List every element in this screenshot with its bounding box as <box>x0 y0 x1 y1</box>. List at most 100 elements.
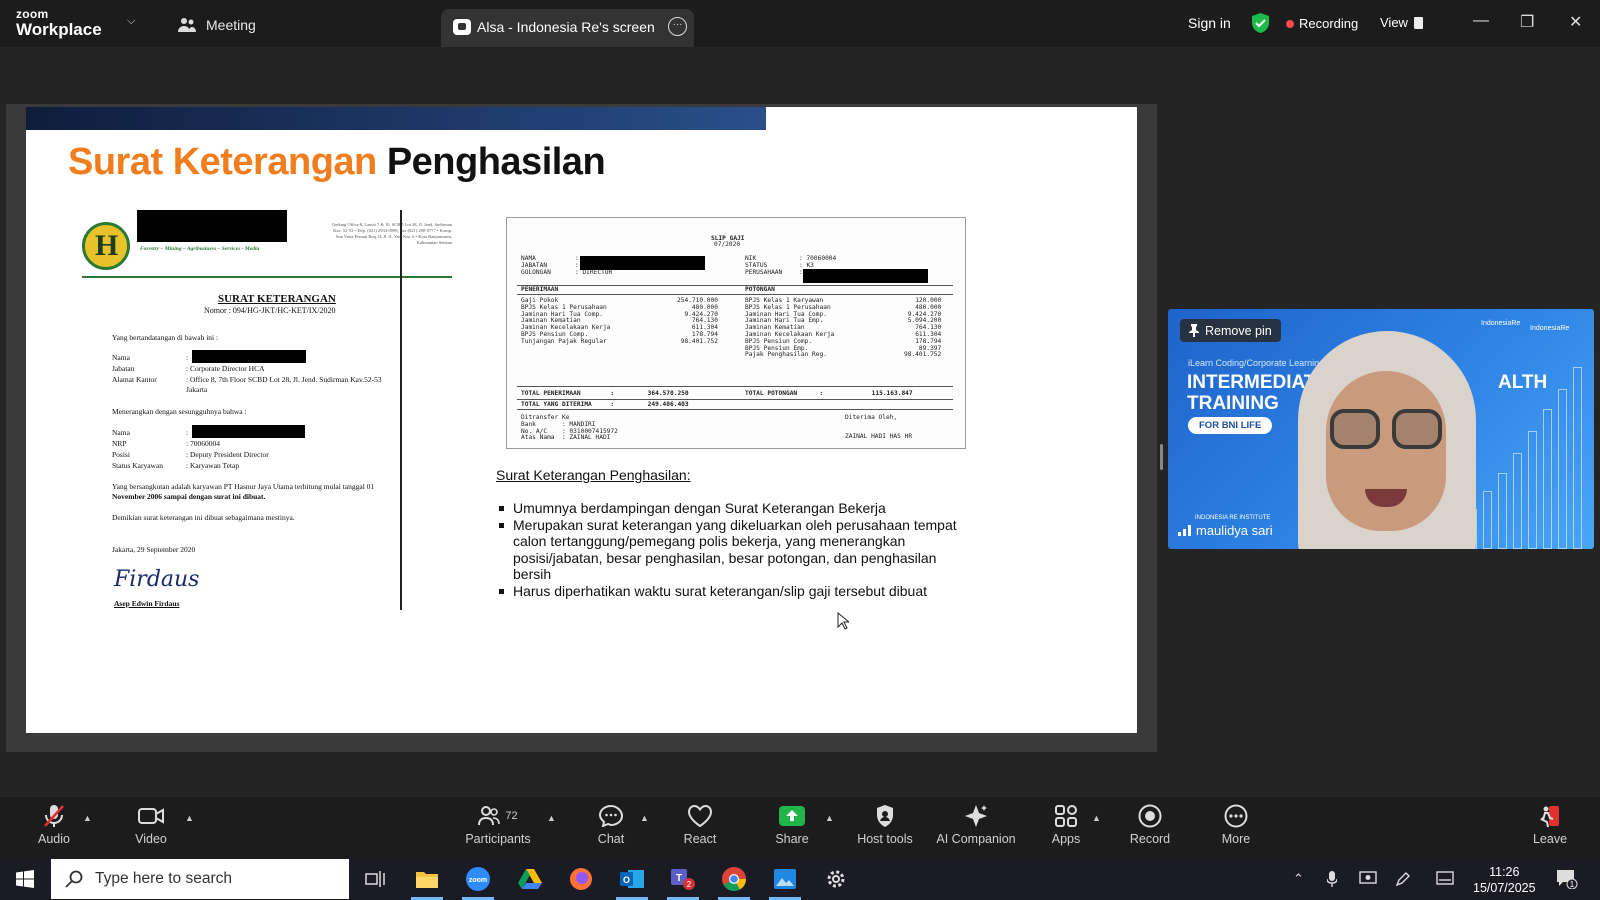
tray-pen-icon[interactable] <box>1395 871 1411 890</box>
indonesiare-logo-2: IndonesiaRe <box>1530 325 1570 332</box>
more-options-icon[interactable]: ··· <box>668 17 687 36</box>
react-button[interactable]: React <box>678 797 722 858</box>
more-button[interactable]: More <box>1214 797 1258 858</box>
share-screen-icon <box>779 806 805 826</box>
participants-icon <box>478 806 501 826</box>
chat-button[interactable]: Chat <box>588 797 634 858</box>
mouse-cursor-icon <box>837 612 849 630</box>
slip-total-penerimaan: TOTAL PENERIMAAN : 364.570.250 <box>521 390 689 397</box>
letter-row-value: Jakarta <box>186 385 208 394</box>
tray-overflow-chevron-icon[interactable]: ⌃ <box>1293 871 1304 887</box>
slip-left-header: NAMA JABATAN GOLONGAN <box>521 255 551 276</box>
slip-divider <box>517 294 953 295</box>
letter-row-label: Nama <box>112 428 130 437</box>
chat-options-caret-icon[interactable]: ▲ <box>640 813 649 823</box>
zoom-app-icon[interactable]: zoom <box>460 863 496 900</box>
video-options-caret-icon[interactable]: ▲ <box>185 813 194 823</box>
leave-button[interactable]: Leave <box>1530 797 1570 858</box>
view-button[interactable]: View <box>1380 15 1423 30</box>
participants-button[interactable]: 72 Participants <box>458 797 538 858</box>
notification-center-icon[interactable]: 1 <box>1556 869 1578 892</box>
taskbar-search-box[interactable]: Type here to search <box>51 859 349 899</box>
teams-badge: 2 <box>687 880 692 889</box>
task-view-icon[interactable] <box>357 863 393 895</box>
slip-total-diterima: TOTAL YANG DITERIMA : 249.406.403 <box>521 401 689 408</box>
video-bg-subtitle: iLearn Coding/Corporate Learning <box>1188 358 1325 368</box>
record-icon <box>1138 804 1162 828</box>
slide-title: Surat Keterangan Penghasilan <box>68 141 606 184</box>
file-explorer-icon[interactable] <box>409 863 445 900</box>
ai-sparkle-icon <box>965 805 987 827</box>
remove-pin-button[interactable]: Remove pin <box>1180 319 1281 342</box>
bullet-list: Umumnya berdampingan dengan Surat Ketera… <box>496 500 976 600</box>
letter-row-label: Posisi <box>112 450 130 459</box>
recording-indicator[interactable]: Recording <box>1286 16 1358 31</box>
share-options-caret-icon[interactable]: ▲ <box>825 813 834 823</box>
close-icon[interactable]: ✕ <box>1569 12 1582 32</box>
video-bg-title-1-tail: ALTH <box>1498 372 1548 393</box>
tray-keyboard-icon[interactable] <box>1436 871 1454 888</box>
apps-options-caret-icon[interactable]: ▲ <box>1092 813 1101 823</box>
tray-display-icon[interactable] <box>1359 871 1377 889</box>
audio-options-caret-icon[interactable]: ▲ <box>83 813 92 823</box>
google-drive-icon[interactable] <box>512 863 548 895</box>
chrome-icon[interactable] <box>716 863 752 900</box>
screen-share-icon <box>453 19 471 35</box>
sign-in-link[interactable]: Sign in <box>1188 15 1231 31</box>
restore-icon[interactable]: ❐ <box>1520 12 1534 32</box>
letter-row-value: : Karyawan Tetap <box>186 461 240 470</box>
meeting-controls-toolbar: Audio ▲ Video ▲ 72 Participants ▲ Chat ▲… <box>0 797 1600 858</box>
ai-companion-button[interactable]: AI Companion <box>932 797 1020 858</box>
apps-button[interactable]: Apps <box>1044 797 1088 858</box>
windows-start-icon[interactable] <box>16 870 34 888</box>
notification-count: 1 <box>1570 880 1575 889</box>
zoom-workplace-logo[interactable]: zoom Workplace <box>16 8 102 38</box>
letter-place-date: Jakarta, 29 September 2020 <box>112 545 196 554</box>
share-label: Share <box>775 832 809 846</box>
chevron-down-icon[interactable]: ⌵ <box>127 15 135 28</box>
host-shield-icon <box>877 805 893 827</box>
taskbar-clock[interactable]: 11:26 15/07/2025 <box>1473 864 1536 896</box>
participant-video-tile[interactable]: iLearn Coding/Corporate Learning INTERME… <box>1168 309 1594 549</box>
presentation-slide: Surat Keterangan Penghasilan Forestry – … <box>26 107 1137 733</box>
minimize-icon[interactable]: — <box>1473 12 1489 30</box>
photos-app-icon[interactable] <box>767 863 803 900</box>
meeting-label: Meeting <box>206 17 256 33</box>
slip-penerimaan-label: PENERIMAAN <box>521 286 559 293</box>
letter-row-value: : Corporate Director HCA <box>186 364 265 373</box>
microphone-muted-icon <box>44 805 64 827</box>
letter-heading: SURAT KETERANGAN <box>218 293 336 305</box>
record-button[interactable]: Record <box>1126 797 1174 858</box>
teams-icon[interactable]: T2 <box>665 863 701 900</box>
slide-header-band <box>26 107 766 130</box>
leave-label: Leave <box>1532 832 1568 846</box>
participant-name-tag: maulidya sari <box>1178 523 1273 538</box>
host-tools-button[interactable]: Host tools <box>853 797 917 858</box>
video-button[interactable]: Video <box>128 797 174 858</box>
view-label: View <box>1380 15 1408 30</box>
heart-icon <box>688 805 712 827</box>
meeting-tab[interactable]: Meeting <box>178 17 256 33</box>
video-label: Video <box>135 832 167 846</box>
panel-resize-handle[interactable] <box>1160 444 1163 470</box>
outlook-icon[interactable]: O <box>614 863 650 900</box>
bullet-item: Harus diperhatikan waktu surat keteranga… <box>496 583 976 600</box>
settings-gear-icon[interactable] <box>818 863 854 895</box>
firefox-icon[interactable] <box>563 863 599 895</box>
glasses-graphic <box>1392 409 1442 449</box>
surat-keterangan-document: Forestry – Mining – Agribusiness – Servi… <box>82 210 452 610</box>
share-button[interactable]: Share <box>770 797 814 858</box>
participants-options-caret-icon[interactable]: ▲ <box>547 813 556 823</box>
letter-row-label: Nama <box>112 353 130 362</box>
letter-row-label: NRP <box>112 439 127 448</box>
chat-label: Chat <box>597 832 625 846</box>
screen-share-tab[interactable]: Alsa - Indonesia Re's screen ··· <box>441 9 694 47</box>
apps-label: Apps <box>1051 832 1081 846</box>
tray-microphone-icon[interactable] <box>1326 871 1338 890</box>
security-shield-icon[interactable] <box>1252 13 1269 33</box>
letterhead-rule <box>82 276 452 278</box>
slip-deduct-values: 120.000 480.000 9.424.270 5.094.200 764.… <box>904 297 942 359</box>
letter-paragraph: November 2006 sampai dengan surat ini di… <box>112 492 266 501</box>
audio-button[interactable]: Audio <box>30 797 78 858</box>
slip-divider <box>517 399 953 400</box>
